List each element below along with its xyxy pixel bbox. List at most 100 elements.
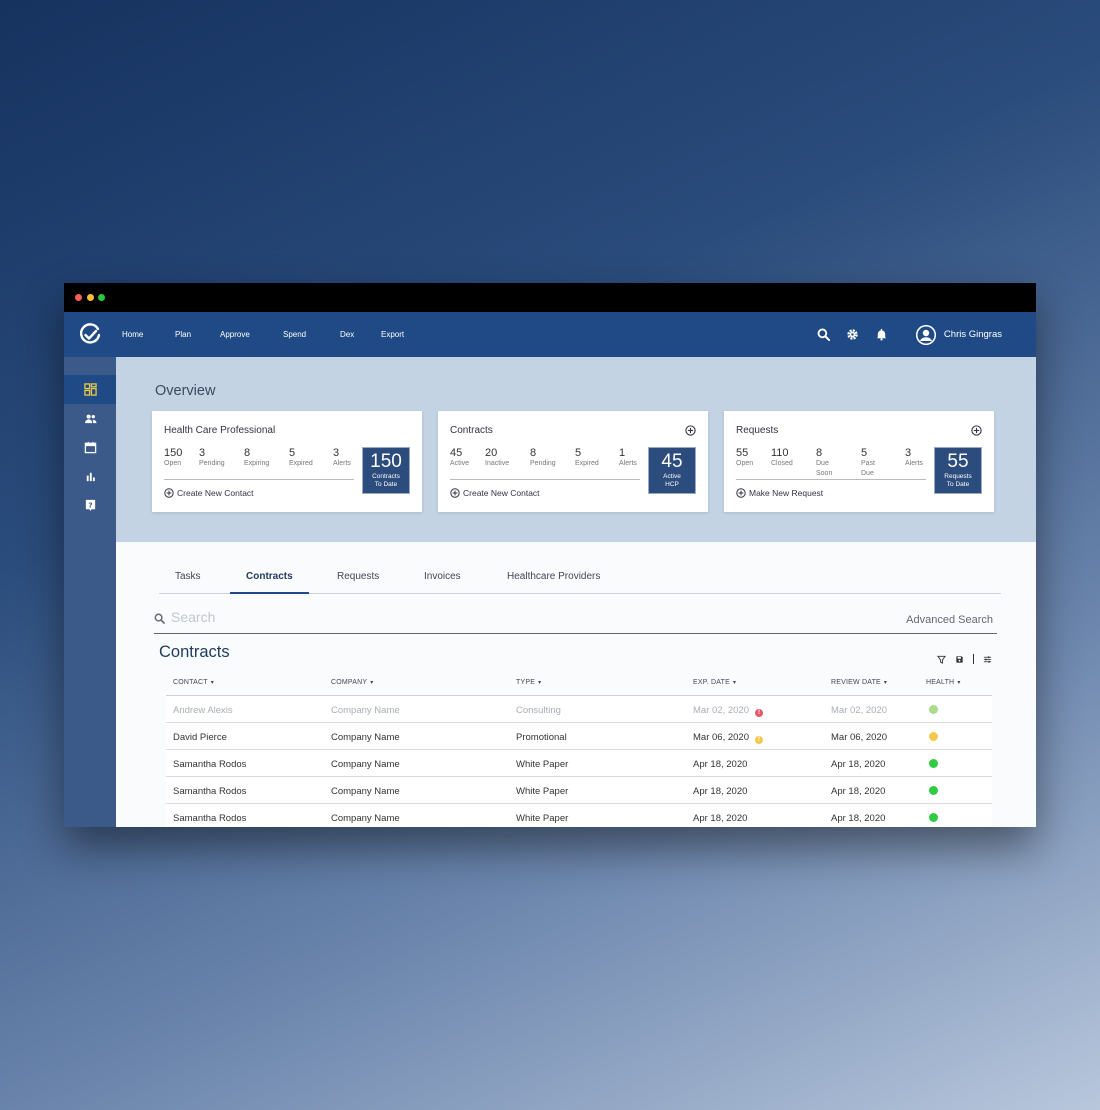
nav-plan[interactable]: Plan <box>175 330 191 339</box>
review-date-cell: Apr 18, 2020 <box>831 786 886 797</box>
stat[interactable]: 8 Due Soon <box>816 447 832 479</box>
review-date-cell: Mar 02, 2020 <box>831 705 887 716</box>
type-cell: White Paper <box>516 786 569 797</box>
company-cell: Company Name <box>331 759 400 770</box>
tab-contracts[interactable]: Contracts <box>230 571 309 594</box>
sidebar-item-dashboard[interactable] <box>64 375 116 404</box>
filter-icon[interactable] <box>937 655 946 664</box>
window-titlebar <box>64 283 1036 312</box>
nav-approve[interactable]: Approve <box>220 330 250 339</box>
sidebar-item-calendar[interactable] <box>64 433 116 462</box>
settings-sliders-icon[interactable] <box>983 655 992 664</box>
table-row[interactable]: Samantha Rodos Company Name White Paper Apr… <box>166 777 992 804</box>
search-icon[interactable] <box>817 328 830 341</box>
bar-chart-icon <box>86 472 95 482</box>
total-box[interactable]: 45 Active HCP <box>648 447 696 494</box>
column-header-exp-date[interactable]: EXP. DATE ▾ <box>693 679 736 686</box>
table-toolbar <box>937 654 992 664</box>
close-window-button[interactable] <box>75 294 82 301</box>
stat[interactable]: 5 Expired <box>289 447 313 469</box>
stat[interactable]: 20 Inactive <box>485 447 509 469</box>
stat[interactable]: 55 Open <box>736 447 753 469</box>
column-header-type[interactable]: TYPE ▾ <box>516 679 541 686</box>
sidebar: ? <box>64 357 116 827</box>
add-contract-icon[interactable] <box>685 425 696 436</box>
table-row[interactable]: Samantha Rodos Company Name White Paper Apr… <box>166 804 992 827</box>
stat[interactable]: 110 Closed <box>771 447 793 469</box>
tab-healthcare-providers[interactable]: Healthcare Providers <box>507 571 600 594</box>
stat[interactable]: 5 Expired <box>575 447 599 469</box>
total-box[interactable]: 55 Requests To Date <box>934 447 982 494</box>
stat[interactable]: 1 Alerts <box>619 447 637 469</box>
maximize-window-button[interactable] <box>98 294 105 301</box>
add-request-icon[interactable] <box>971 425 982 436</box>
tab-invoices[interactable]: Invoices <box>424 571 461 594</box>
stat[interactable]: 45 Active <box>450 447 469 469</box>
nav-home[interactable]: Home <box>122 330 143 339</box>
svg-text:?: ? <box>88 500 92 509</box>
stat[interactable]: 3 Alerts <box>905 447 923 469</box>
column-header-company[interactable]: COMPANY ▾ <box>331 679 374 686</box>
column-header-health[interactable]: HEALTH ▾ <box>926 679 961 686</box>
table-row[interactable]: Samantha Rodos Company Name White Paper Apr… <box>166 750 992 777</box>
contact-cell: David Pierce <box>173 732 227 743</box>
stat[interactable]: 8 Expiring <box>244 447 269 469</box>
type-cell: Consulting <box>516 705 561 716</box>
app-window: Home Plan Approve Spend Dex Export Chris… <box>64 283 1036 827</box>
health-status-dot <box>929 759 938 768</box>
plus-circle-icon <box>450 488 460 498</box>
stat[interactable]: 8 Pending <box>530 447 556 469</box>
health-status-dot <box>929 786 938 795</box>
company-cell: Company Name <box>331 786 400 797</box>
help-icon: ? <box>85 499 95 512</box>
search-input[interactable] <box>171 609 571 625</box>
stat[interactable]: 3 Pending <box>199 447 225 469</box>
advanced-search-link[interactable]: Advanced Search <box>906 614 993 626</box>
minimize-window-button[interactable] <box>87 294 94 301</box>
save-icon[interactable] <box>955 655 964 664</box>
alert-icon: ! <box>754 736 763 744</box>
user-menu[interactable]: Chris Gingras <box>915 312 1002 357</box>
stat[interactable]: 150 Open <box>164 447 182 469</box>
create-new-contact-button[interactable]: Create New Contact <box>164 488 254 498</box>
stat[interactable]: 5 Past Due <box>861 447 875 479</box>
nav-export[interactable]: Export <box>381 330 404 339</box>
tab-bar: Tasks Contracts Requests Invoices Health… <box>159 566 1001 594</box>
stat[interactable]: 3 Alerts <box>333 447 351 469</box>
overview-panel: Overview Health Care Professional 150 Ope… <box>116 357 1036 542</box>
sidebar-item-help[interactable]: ? <box>64 491 116 520</box>
calendar-icon <box>84 441 96 454</box>
nav-spend[interactable]: Spend <box>283 330 306 339</box>
section-title: Contracts <box>159 643 230 661</box>
tab-requests[interactable]: Requests <box>337 571 379 594</box>
make-new-request-button[interactable]: Make New Request <box>736 488 823 498</box>
company-cell: Company Name <box>331 813 400 824</box>
bell-icon[interactable] <box>875 328 888 341</box>
tab-tasks[interactable]: Tasks <box>175 571 201 594</box>
exp-date-cell: Mar 06, 2020! <box>693 732 763 744</box>
column-header-contact[interactable]: CONTACT ▾ <box>173 679 214 686</box>
type-cell: White Paper <box>516 813 569 824</box>
sidebar-item-reports[interactable] <box>64 462 116 491</box>
app-logo-icon[interactable] <box>78 323 102 347</box>
alert-icon: ! <box>754 709 763 717</box>
table-row[interactable]: David Pierce Company Name Promotional Mar 0… <box>166 723 992 750</box>
contact-cell: Samantha Rodos <box>173 813 247 824</box>
search-bar: Advanced Search <box>154 608 997 634</box>
table-header: CONTACT ▾ COMPANY ▾ TYPE ▾ EXP. DATE ▾ REVIE… <box>166 668 992 696</box>
create-new-contact-button[interactable]: Create New Contact <box>450 488 540 498</box>
exp-date-cell: Apr 18, 2020 <box>693 813 748 824</box>
search-icon <box>154 613 165 624</box>
nav-dex[interactable]: Dex <box>340 330 354 339</box>
total-box[interactable]: 150 Contracts To Date <box>362 447 410 494</box>
column-header-review-date[interactable]: REVIEW DATE ▾ <box>831 679 887 686</box>
sidebar-item-people[interactable] <box>64 404 116 433</box>
overview-title: Overview <box>155 383 216 399</box>
gear-icon[interactable] <box>846 328 859 341</box>
exp-date-cell: Apr 18, 2020 <box>693 786 748 797</box>
contact-cell: Andrew Alexis <box>173 705 233 716</box>
review-date-cell: Apr 18, 2020 <box>831 813 886 824</box>
review-date-cell: Apr 18, 2020 <box>831 759 886 770</box>
table-row[interactable]: Andrew Alexis Company Name Consulting Mar 0… <box>166 696 992 723</box>
contracts-card: Contracts 45 Active 20 Inactive 8 Pending 5… <box>438 411 708 512</box>
